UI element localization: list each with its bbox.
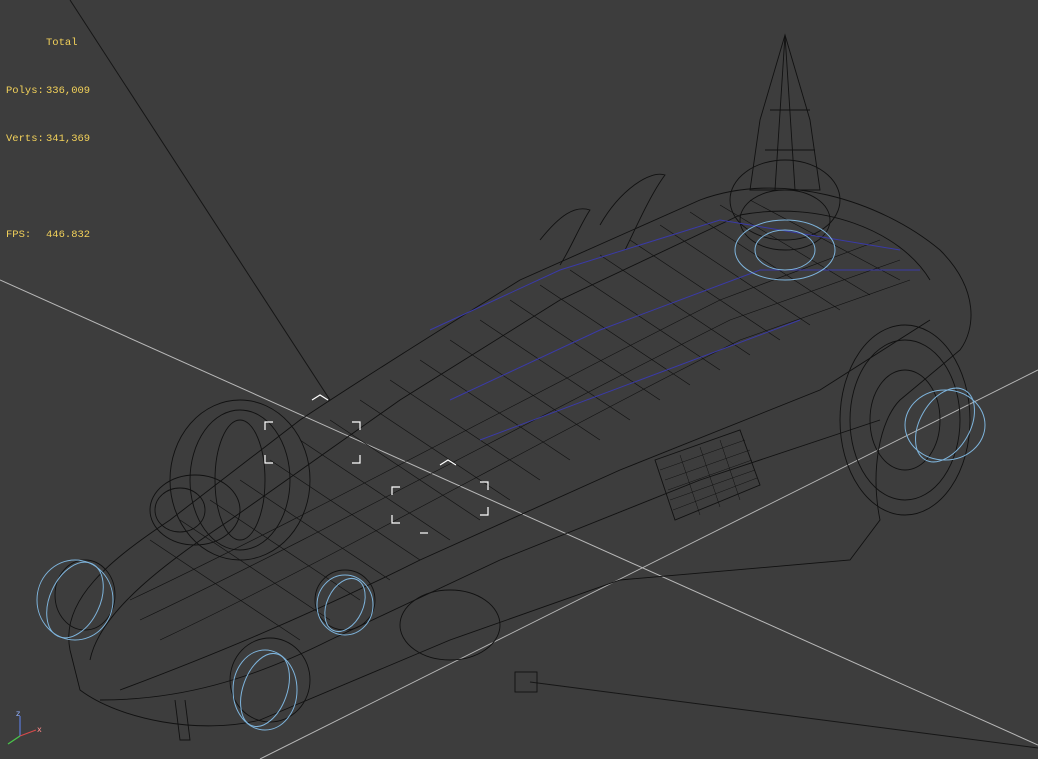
- 3d-viewport[interactable]: Total Polys: 336,009 Verts: 341,369 FPS:…: [0, 0, 1038, 759]
- lower-pod: [399, 589, 501, 661]
- mid-wheel: [314, 569, 376, 631]
- vehicle-wireframe[interactable]: [54, 33, 972, 741]
- fps-value: 446.832: [46, 229, 91, 241]
- polys-row: Polys: 336,009: [6, 83, 90, 99]
- fin-1: [599, 173, 666, 251]
- x-axis-line: [19, 729, 37, 737]
- front-pod-core: [154, 487, 206, 533]
- z-axis-label: z: [16, 709, 20, 718]
- ground-shadow-line: [529, 681, 1038, 749]
- helper-gizmo-front-wheel[interactable]: [231, 647, 298, 733]
- grid-lines: [0, 0, 1038, 759]
- wireframe-scene[interactable]: [0, 0, 1038, 759]
- axis-gizmo-icon: z x: [7, 709, 42, 745]
- scene-statistics: Total Polys: 336,009 Verts: 341,369 FPS:…: [6, 3, 90, 275]
- nose-wheel: [54, 559, 116, 631]
- tower-base: [729, 159, 841, 241]
- helper-gizmo-rear-wheel[interactable]: [903, 378, 986, 472]
- mesh-lines: [129, 199, 911, 641]
- fps-row: FPS: 446.832: [6, 227, 90, 243]
- verts-value: 341,369: [46, 133, 91, 145]
- stats-header: Total: [46, 37, 78, 49]
- x-axis-label: x: [37, 725, 42, 734]
- grid-line-y: [259, 369, 1038, 759]
- helper-gizmos[interactable]: [35, 219, 986, 733]
- camera-line: [69, 0, 331, 401]
- polys-label: Polys:: [6, 85, 44, 97]
- selection-brackets[interactable]: [264, 394, 489, 534]
- hull-bottom: [99, 419, 881, 701]
- side-vent: [654, 429, 761, 521]
- hull-lower-ridge: [119, 319, 931, 691]
- stats-header-row: Total: [6, 35, 90, 51]
- accent-wires: [429, 219, 920, 441]
- verts-label: Verts:: [6, 133, 44, 145]
- hull-outline: [68, 187, 972, 727]
- mesh-cross: [149, 199, 901, 641]
- landing-strut: [174, 699, 191, 741]
- mesh-long: [129, 239, 911, 641]
- fps-label: FPS:: [6, 229, 32, 241]
- grid-line-x: [0, 279, 1038, 746]
- spike-tower: [749, 33, 821, 191]
- y-axis-line: [7, 735, 21, 745]
- polys-value: 336,009: [46, 85, 91, 97]
- verts-row: Verts: 341,369: [6, 131, 90, 147]
- fin-2: [539, 208, 591, 266]
- hull-ridge: [89, 210, 931, 661]
